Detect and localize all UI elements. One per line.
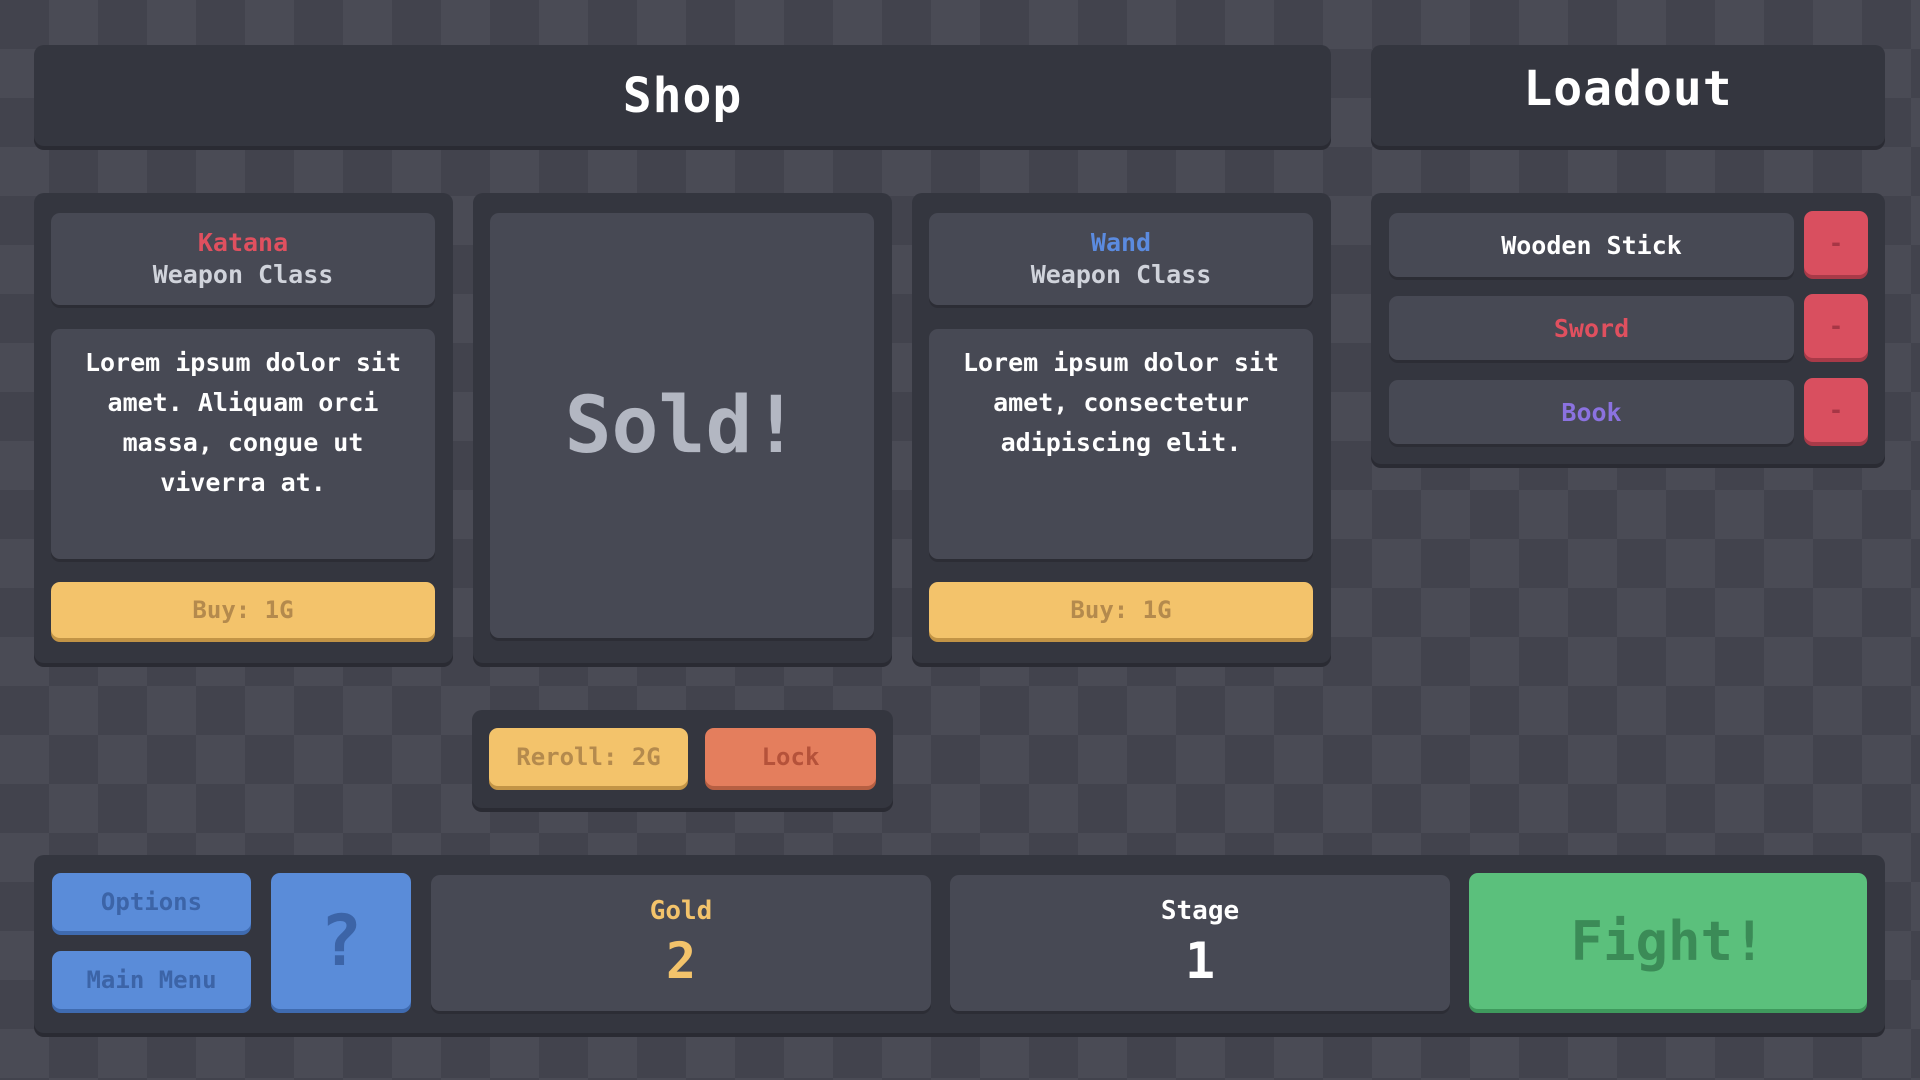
loadout-title: Loadout [1523, 60, 1733, 117]
gold-value: 2 [665, 932, 697, 990]
gold-display: Gold 2 [431, 875, 931, 1011]
loadout-item: Sword [1389, 296, 1794, 360]
shop-card-sold: Sold! [473, 193, 892, 663]
stage-display: Stage 1 [950, 875, 1450, 1011]
reroll-button[interactable]: Reroll: 2G [489, 728, 688, 786]
main-menu-button[interactable]: Main Menu [52, 951, 251, 1009]
loadout-header: Loadout [1371, 45, 1885, 146]
stage-value: 1 [1184, 932, 1216, 990]
shop-card-katana: Katana Weapon Class Lorem ipsum dolor si… [34, 193, 453, 663]
shop-title: Shop [622, 67, 743, 124]
card-item-class: Weapon Class [152, 260, 334, 289]
card-header: Wand Weapon Class [929, 213, 1313, 305]
bottom-bar: Options Main Menu ? Gold 2 Stage 1 Fight… [34, 855, 1885, 1033]
loadout-item: Book [1389, 380, 1794, 444]
shop-header: Shop [34, 45, 1331, 146]
loadout-item: Wooden Stick [1389, 213, 1794, 277]
remove-item-button[interactable]: - [1804, 211, 1868, 275]
card-item-name: Wand [1090, 228, 1152, 257]
options-button[interactable]: Options [52, 873, 251, 931]
shop-card-wand: Wand Weapon Class Lorem ipsum dolor sit … [912, 193, 1331, 663]
stage-label: Stage [1160, 896, 1240, 926]
help-button[interactable]: ? [271, 873, 411, 1009]
card-header: Katana Weapon Class [51, 213, 435, 305]
lock-button[interactable]: Lock [705, 728, 876, 786]
card-description: Lorem ipsum dolor sit amet, consectetur … [929, 329, 1313, 559]
gold-label: Gold [649, 896, 713, 926]
card-item-class: Weapon Class [1030, 260, 1212, 289]
buy-button[interactable]: Buy: 1G [929, 582, 1313, 638]
card-item-name: Katana [197, 228, 289, 257]
loadout-list: Wooden Stick - Sword - Book - [1371, 193, 1885, 464]
buy-button[interactable]: Buy: 1G [51, 582, 435, 638]
shop-controls: Reroll: 2G Lock [472, 710, 893, 808]
card-description: Lorem ipsum dolor sit amet. Aliquam orci… [51, 329, 435, 559]
remove-item-button[interactable]: - [1804, 294, 1868, 358]
sold-label: Sold! [564, 380, 800, 471]
sold-slot: Sold! [490, 213, 874, 638]
remove-item-button[interactable]: - [1804, 378, 1868, 442]
fight-button[interactable]: Fight! [1469, 873, 1867, 1009]
